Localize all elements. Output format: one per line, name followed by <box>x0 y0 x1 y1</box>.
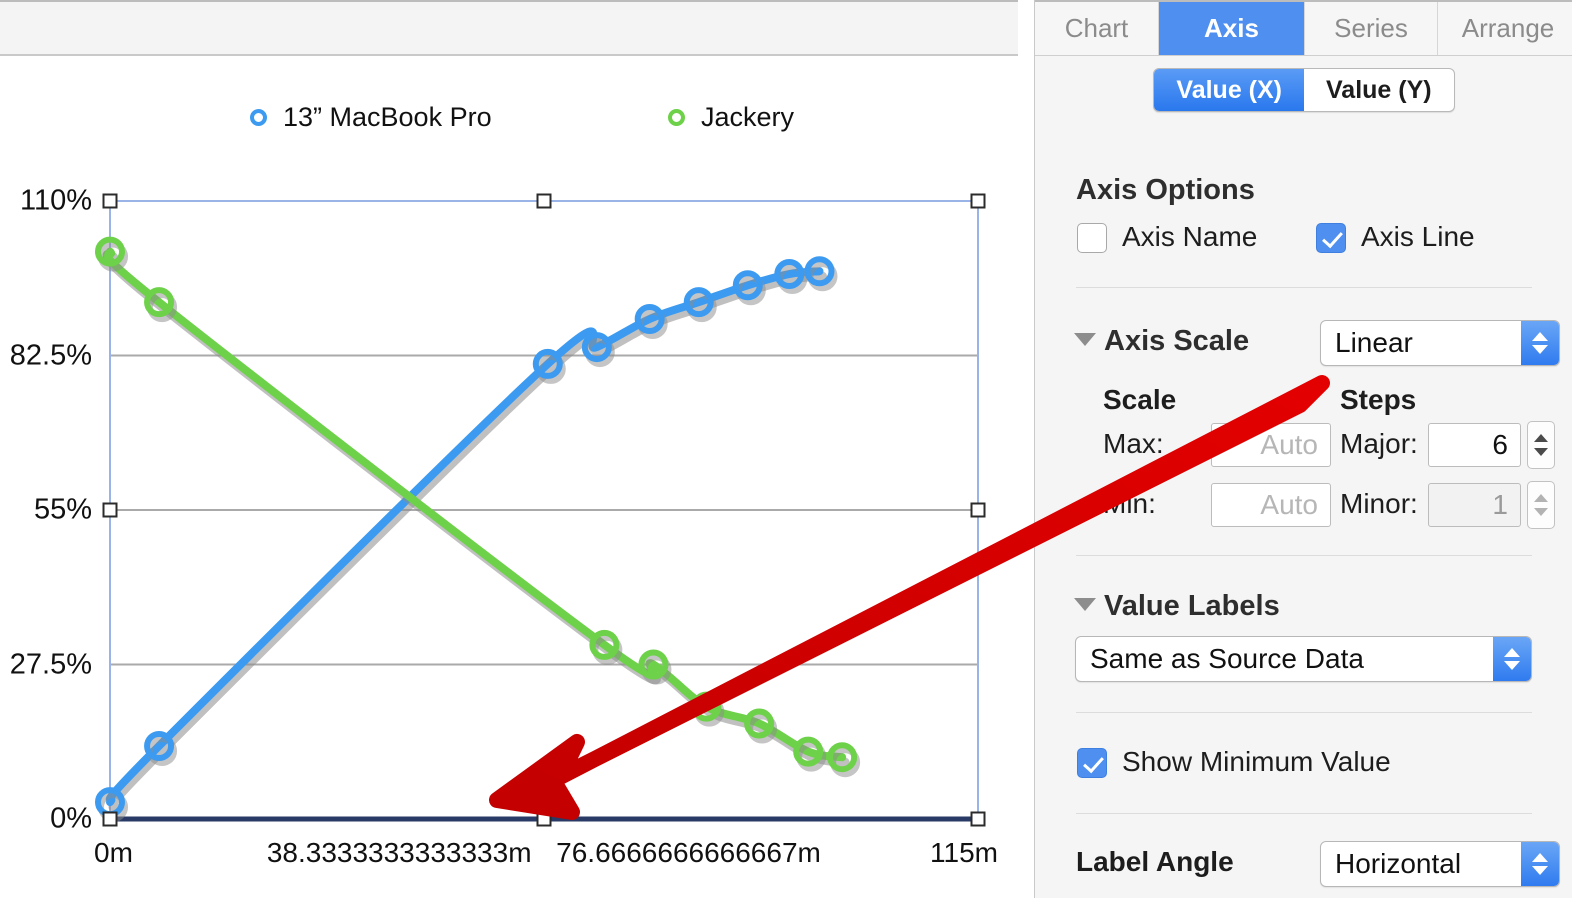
axis-line-checkbox[interactable] <box>1316 223 1346 253</box>
chevron-updown-icon <box>1521 321 1559 365</box>
selection-handle[interactable] <box>102 502 118 518</box>
tab-arrange[interactable]: Arrange <box>1438 2 1572 55</box>
value-labels-heading: Value Labels <box>1104 590 1280 622</box>
x-tick-label: 0m <box>94 837 133 868</box>
selection-handle[interactable] <box>970 502 986 518</box>
steps-minor-field: 1 <box>1428 483 1521 527</box>
selection-handle[interactable] <box>102 811 118 827</box>
segment-value-y[interactable]: Value (Y) <box>1304 69 1454 111</box>
app-window: 13” MacBook Pro Jackery 0% 27.5% 55% 82.5% 1… <box>0 0 1572 898</box>
format-inspector-panel: Chart Axis Series Arrange Value (X) Valu… <box>1034 0 1572 898</box>
y-tick-label: 82.5% <box>9 339 92 371</box>
y-tick-label: 27.5% <box>9 648 92 680</box>
value-labels-format-value: Same as Source Data <box>1090 643 1364 674</box>
y-tick-label: 110% <box>19 184 92 217</box>
axis-scale-type-value: Linear <box>1335 327 1413 358</box>
steps-minor-stepper <box>1527 481 1555 529</box>
inspector-tabbar: Chart Axis Series Arrange <box>1035 0 1572 56</box>
axis-value-segmented-control[interactable]: Value (X) Value (Y) <box>1153 68 1455 112</box>
axis-line-label: Axis Line <box>1361 221 1475 252</box>
scale-max-field[interactable]: Auto <box>1211 423 1331 467</box>
plot-svg <box>95 200 979 823</box>
divider-2 <box>1076 555 1532 556</box>
x-tick-label: 76.6666666666667m <box>556 837 821 868</box>
axis-options-heading: Axis Options <box>1076 174 1255 206</box>
label-angle-value: Horizontal <box>1335 848 1462 879</box>
divider-4 <box>1076 813 1532 814</box>
scale-max-placeholder: Auto <box>1260 429 1318 460</box>
axis-scale-heading: Axis Scale <box>1104 325 1250 357</box>
steps-major-value: 6 <box>1492 429 1508 460</box>
series-line-1 <box>102 247 847 762</box>
chevron-updown-icon <box>1521 842 1559 886</box>
chart-canvas[interactable]: 13” MacBook Pro Jackery 0% 27.5% 55% 82.5% 1… <box>0 58 1018 898</box>
value-labels-disclosure-icon[interactable] <box>1074 598 1096 611</box>
segment-value-x[interactable]: Value (X) <box>1154 69 1304 111</box>
steps-major-label: Major: <box>1340 428 1418 459</box>
steps-group-label: Steps <box>1340 384 1417 415</box>
show-minimum-value-label: Show Minimum Value <box>1122 746 1391 777</box>
steps-major-stepper[interactable] <box>1527 421 1555 469</box>
scale-min-placeholder: Auto <box>1260 489 1318 520</box>
label-angle-popup[interactable]: Horizontal <box>1320 841 1560 887</box>
scale-max-label: Max: <box>1103 428 1164 459</box>
y-tick-label: 0% <box>50 802 92 835</box>
divider-3 <box>1076 712 1532 713</box>
scale-group-label: Scale <box>1103 384 1177 415</box>
selection-handle[interactable] <box>536 193 552 209</box>
x-tick-label: 38.3333333333333m <box>266 837 532 868</box>
selection-handle[interactable] <box>102 193 118 209</box>
selection-handle[interactable] <box>970 193 986 209</box>
axis-scale-disclosure-icon[interactable] <box>1074 333 1096 346</box>
tab-chart[interactable]: Chart <box>1035 2 1159 55</box>
y-tick-label: 55% <box>33 493 92 526</box>
tab-axis[interactable]: Axis <box>1159 2 1305 55</box>
show-minimum-value-checkbox[interactable] <box>1077 748 1107 778</box>
steps-major-field[interactable]: 6 <box>1428 423 1521 467</box>
steps-minor-label: Minor: <box>1340 488 1418 519</box>
divider-1 <box>1076 287 1532 288</box>
plot-area[interactable]: 0% 27.5% 55% 82.5% 110% 0m 38.3333333333333m 7… <box>0 58 1018 898</box>
chevron-updown-icon <box>1493 637 1531 681</box>
label-angle-label: Label Angle <box>1076 846 1234 877</box>
value-labels-format-popup[interactable]: Same as Source Data <box>1075 636 1532 682</box>
axis-scale-type-popup[interactable]: Linear <box>1320 320 1560 366</box>
selection-handle[interactable] <box>536 811 552 827</box>
axis-value-segmented-wrap: Value (X) Value (Y) <box>1035 56 1572 124</box>
scale-min-field[interactable]: Auto <box>1211 483 1331 527</box>
steps-minor-value: 1 <box>1492 489 1508 520</box>
axis-name-checkbox[interactable] <box>1077 223 1107 253</box>
x-tick-label: 115m <box>930 837 998 868</box>
selection-handle[interactable] <box>970 811 986 827</box>
document-canvas-pane: 13” MacBook Pro Jackery 0% 27.5% 55% 82.5% 1… <box>0 0 1018 898</box>
axis-name-label: Axis Name <box>1122 221 1258 252</box>
tab-series[interactable]: Series <box>1305 2 1438 55</box>
scale-min-label: Min: <box>1103 488 1156 519</box>
toolbar-strip <box>0 0 1018 56</box>
